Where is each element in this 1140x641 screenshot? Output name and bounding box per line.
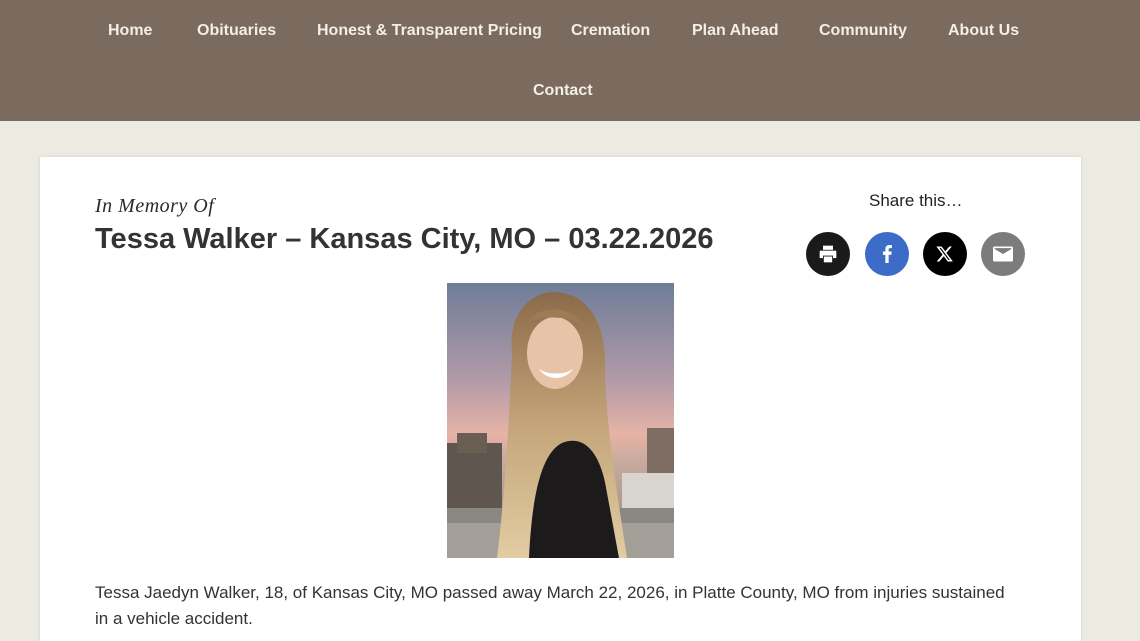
x-icon	[936, 245, 954, 263]
email-share-button[interactable]	[981, 232, 1025, 276]
print-icon	[818, 244, 838, 264]
obituary-photo	[447, 283, 674, 558]
obituary-text: Tessa Jaedyn Walker, 18, of Kansas City,…	[95, 583, 1005, 628]
nav-item-plan-ahead[interactable]: Plan Ahead	[692, 0, 779, 60]
obituary-card: In Memory Of Tessa Walker – Kansas City,…	[40, 157, 1081, 641]
top-navigation: Home Obituaries Honest & Transparent Pri…	[0, 0, 1140, 121]
nav-item-obituaries[interactable]: Obituaries	[197, 0, 276, 60]
in-memory-label: In Memory Of	[95, 195, 215, 217]
nav-item-community[interactable]: Community	[819, 0, 907, 60]
nav-item-about-us[interactable]: About Us	[948, 0, 1019, 60]
facebook-share-button[interactable]	[865, 232, 909, 276]
nav-item-pricing[interactable]: Honest & Transparent Pricing	[317, 0, 542, 60]
nav-item-contact[interactable]: Contact	[533, 60, 593, 120]
email-icon	[993, 246, 1013, 262]
nav-item-cremation[interactable]: Cremation	[571, 0, 650, 60]
facebook-icon	[881, 245, 893, 263]
nav-item-home[interactable]: Home	[108, 0, 152, 60]
print-button[interactable]	[806, 232, 850, 276]
page-title: Tessa Walker – Kansas City, MO – 03.22.2…	[95, 223, 714, 255]
share-label: Share this…	[869, 191, 963, 210]
x-share-button[interactable]	[923, 232, 967, 276]
